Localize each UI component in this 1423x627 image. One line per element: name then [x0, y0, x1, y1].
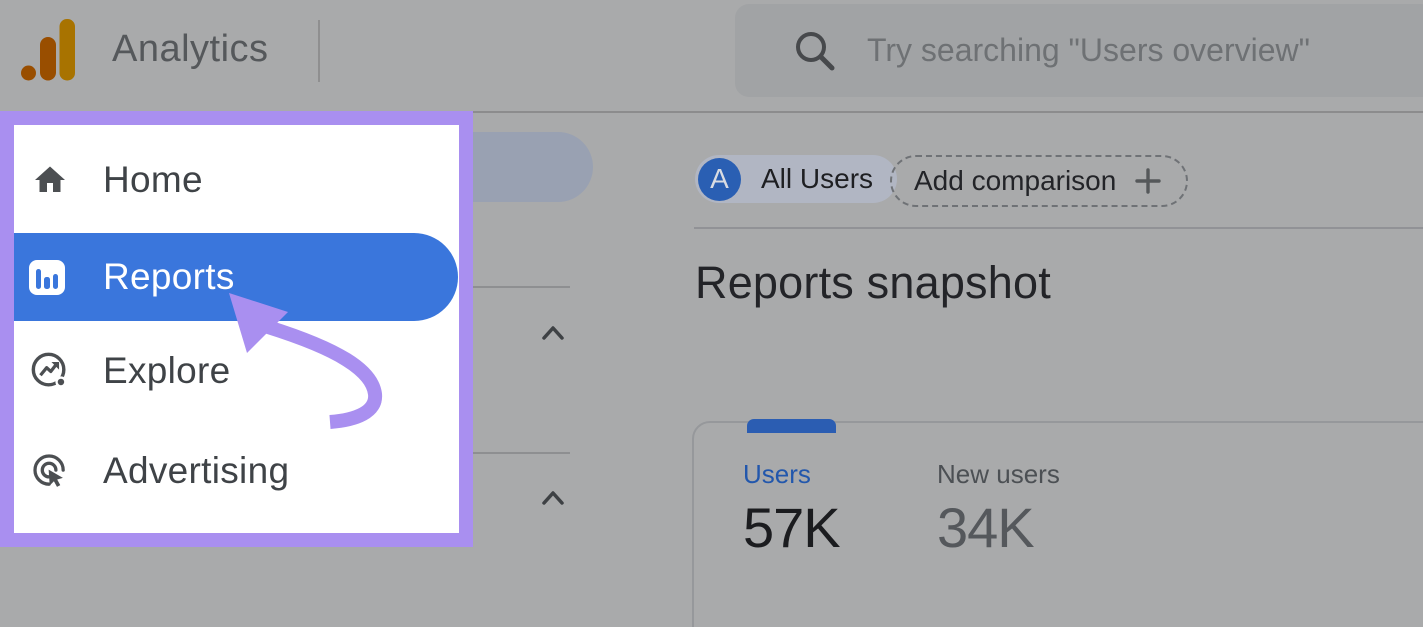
- google-analytics-logo-icon: [20, 16, 76, 82]
- top-app-bar: Analytics: [0, 0, 1423, 113]
- menu-item-home[interactable]: Home: [14, 148, 458, 212]
- topbar-divider: [318, 20, 320, 82]
- chevron-up-icon[interactable]: [541, 490, 565, 506]
- analytics-home-link[interactable]: Analytics: [20, 16, 269, 82]
- metric-value: 57K: [743, 500, 933, 556]
- selected-metric-tab-indicator: [747, 419, 836, 433]
- header-divider: [694, 227, 1423, 229]
- menu-item-label: Reports: [103, 256, 235, 298]
- metric-value: 34K: [937, 500, 1127, 556]
- highlighted-nav-panel: Home Reports Explore: [0, 111, 473, 547]
- advertising-icon: [30, 450, 70, 492]
- metric-label: New users: [937, 461, 1127, 487]
- add-comparison-button[interactable]: Add comparison: [890, 155, 1188, 207]
- chevron-up-icon[interactable]: [541, 325, 565, 341]
- metric-label: Users: [743, 461, 933, 487]
- ga-screenshot: Analytics A All Users Add comparison Rep…: [0, 0, 1423, 627]
- home-icon: [30, 159, 70, 201]
- menu-item-explore[interactable]: Explore: [14, 341, 458, 401]
- search-icon: [791, 27, 839, 75]
- global-search-bar[interactable]: [735, 4, 1423, 97]
- search-input[interactable]: [865, 31, 1405, 70]
- menu-item-label: Advertising: [103, 450, 289, 492]
- metric-tab-new-users[interactable]: New users 34K: [937, 461, 1127, 556]
- comparison-avatar: A: [698, 158, 741, 201]
- menu-item-label: Home: [103, 159, 203, 201]
- menu-item-label: Explore: [103, 350, 231, 392]
- brand-title: Analytics: [112, 28, 269, 71]
- plus-icon: [1132, 165, 1164, 197]
- add-comparison-label: Add comparison: [914, 165, 1116, 197]
- metric-tab-users[interactable]: Users 57K: [743, 461, 933, 556]
- comparison-chip-label: All Users: [761, 163, 873, 195]
- menu-item-reports[interactable]: Reports: [14, 233, 458, 321]
- reports-bar-chart-icon: [29, 260, 65, 295]
- explore-icon: [30, 350, 70, 392]
- menu-item-advertising[interactable]: Advertising: [14, 441, 458, 501]
- page-title: Reports snapshot: [695, 257, 1051, 309]
- all-users-comparison-chip[interactable]: A All Users: [695, 155, 897, 203]
